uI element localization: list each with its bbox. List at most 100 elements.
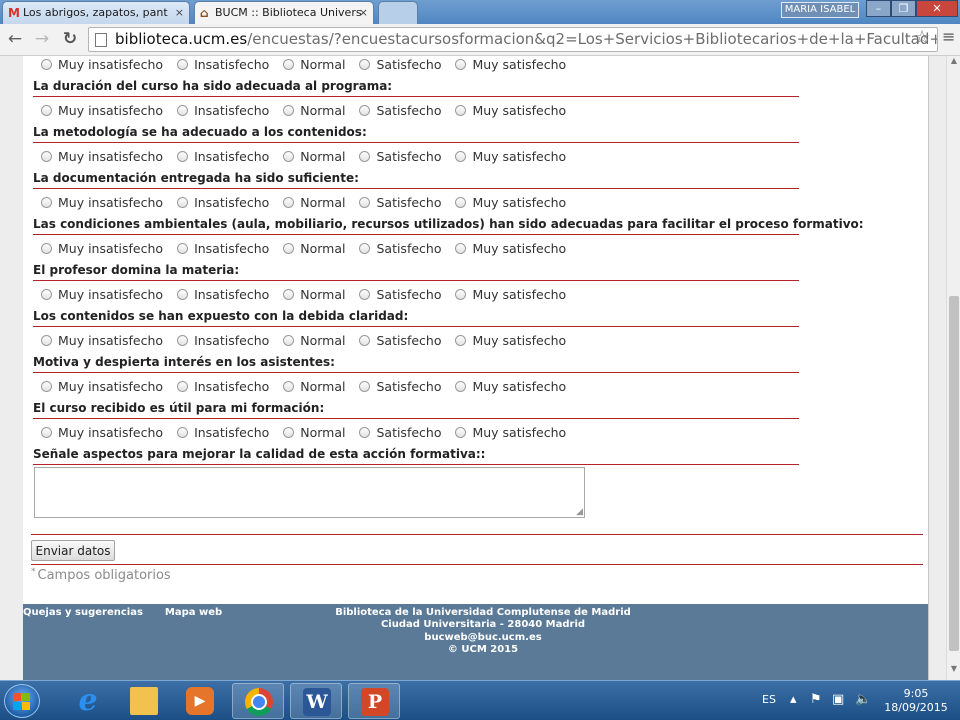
start-button[interactable] — [4, 684, 40, 718]
option-muy-satisfecho[interactable]: Muy satisfecho — [455, 102, 566, 120]
footer-email[interactable]: bucweb@buc.ucm.es — [283, 632, 683, 644]
radio-button[interactable] — [359, 335, 371, 346]
option-muy-satisfecho[interactable]: Muy satisfecho — [455, 194, 566, 212]
option-muy-insatisfecho[interactable]: Muy insatisfecho — [41, 378, 163, 396]
radio-button[interactable] — [283, 197, 295, 208]
option-satisfecho[interactable]: Satisfecho — [359, 286, 441, 304]
reload-icon[interactable]: ↻ — [59, 28, 81, 50]
comments-textarea[interactable]: ◢ — [34, 467, 585, 518]
radio-button[interactable] — [455, 151, 467, 162]
option-muy-insatisfecho[interactable]: Muy insatisfecho — [41, 56, 163, 74]
menu-icon[interactable]: ≡ — [942, 29, 956, 45]
radio-button[interactable] — [177, 151, 189, 162]
scroll-down-icon[interactable]: ▼ — [947, 664, 960, 678]
submit-button[interactable]: Enviar datos — [31, 540, 115, 561]
taskbar-internet-explorer[interactable]: e — [62, 683, 114, 719]
option-satisfecho[interactable]: Satisfecho — [359, 56, 441, 74]
footer-link-quejas[interactable]: Quejas y sugerencias — [23, 607, 143, 618]
radio-button[interactable] — [455, 105, 467, 116]
radio-button[interactable] — [359, 243, 371, 254]
taskbar-word[interactable]: W — [290, 683, 342, 719]
option-satisfecho[interactable]: Satisfecho — [359, 148, 441, 166]
radio-button[interactable] — [41, 197, 52, 208]
option-muy-insatisfecho[interactable]: Muy insatisfecho — [41, 332, 163, 350]
radio-button[interactable] — [283, 151, 295, 162]
radio-button[interactable] — [177, 105, 189, 116]
option-normal[interactable]: Normal — [283, 286, 345, 304]
option-muy-insatisfecho[interactable]: Muy insatisfecho — [41, 240, 163, 258]
option-satisfecho[interactable]: Satisfecho — [359, 378, 441, 396]
option-muy-satisfecho[interactable]: Muy satisfecho — [455, 378, 566, 396]
radio-button[interactable] — [455, 197, 467, 208]
radio-button[interactable] — [41, 427, 52, 438]
action-center-flag-icon[interactable]: ⚑ — [810, 692, 822, 707]
option-insatisfecho[interactable]: Insatisfecho — [177, 286, 269, 304]
radio-button[interactable] — [177, 381, 189, 392]
radio-button[interactable] — [455, 427, 467, 438]
radio-button[interactable] — [283, 105, 295, 116]
option-muy-satisfecho[interactable]: Muy satisfecho — [455, 240, 566, 258]
option-insatisfecho[interactable]: Insatisfecho — [177, 194, 269, 212]
network-icon[interactable]: ▣ — [832, 692, 844, 707]
radio-button[interactable] — [455, 243, 467, 254]
radio-button[interactable] — [41, 289, 52, 300]
profile-badge[interactable]: MARIA ISABEL — [781, 2, 859, 18]
radio-button[interactable] — [283, 427, 295, 438]
option-muy-satisfecho[interactable]: Muy satisfecho — [455, 56, 566, 74]
radio-button[interactable] — [177, 289, 189, 300]
close-window-icon[interactable]: ✕ — [916, 0, 958, 17]
footer-link-mapa-web[interactable]: Mapa web — [165, 607, 222, 618]
new-tab-button[interactable] — [378, 1, 418, 24]
option-muy-insatisfecho[interactable]: Muy insatisfecho — [41, 148, 163, 166]
radio-button[interactable] — [177, 197, 189, 208]
radio-button[interactable] — [359, 59, 371, 70]
radio-button[interactable] — [41, 335, 52, 346]
radio-button[interactable] — [359, 197, 371, 208]
option-satisfecho[interactable]: Satisfecho — [359, 102, 441, 120]
forward-arrow-icon[interactable]: → — [31, 28, 53, 50]
radio-button[interactable] — [41, 151, 52, 162]
system-clock[interactable]: 9:05 18/09/2015 — [876, 687, 956, 715]
scrollbar-thumb[interactable] — [949, 296, 959, 651]
radio-button[interactable] — [283, 59, 295, 70]
option-insatisfecho[interactable]: Insatisfecho — [177, 424, 269, 442]
radio-button[interactable] — [283, 335, 295, 346]
minimize-icon[interactable]: – — [866, 0, 891, 17]
option-normal[interactable]: Normal — [283, 424, 345, 442]
option-muy-satisfecho[interactable]: Muy satisfecho — [455, 424, 566, 442]
radio-button[interactable] — [177, 59, 189, 70]
option-insatisfecho[interactable]: Insatisfecho — [177, 56, 269, 74]
option-satisfecho[interactable]: Satisfecho — [359, 240, 441, 258]
radio-button[interactable] — [455, 335, 467, 346]
radio-button[interactable] — [455, 59, 467, 70]
option-insatisfecho[interactable]: Insatisfecho — [177, 378, 269, 396]
option-normal[interactable]: Normal — [283, 194, 345, 212]
radio-button[interactable] — [359, 151, 371, 162]
option-insatisfecho[interactable]: Insatisfecho — [177, 332, 269, 350]
radio-button[interactable] — [41, 381, 52, 392]
radio-button[interactable] — [359, 289, 371, 300]
option-normal[interactable]: Normal — [283, 102, 345, 120]
maximize-icon[interactable]: ❐ — [891, 0, 916, 17]
radio-button[interactable] — [455, 381, 467, 392]
option-muy-insatisfecho[interactable]: Muy insatisfecho — [41, 102, 163, 120]
radio-button[interactable] — [455, 289, 467, 300]
option-insatisfecho[interactable]: Insatisfecho — [177, 102, 269, 120]
back-arrow-icon[interactable]: ← — [4, 28, 26, 50]
bookmark-star-icon[interactable]: ☆ — [914, 27, 930, 48]
close-tab-icon[interactable]: × — [175, 2, 184, 24]
radio-button[interactable] — [177, 243, 189, 254]
vertical-scrollbar[interactable]: ▲ ▼ — [946, 56, 960, 680]
taskbar-chrome[interactable] — [232, 683, 284, 719]
close-tab-icon[interactable]: × — [359, 2, 368, 24]
option-muy-satisfecho[interactable]: Muy satisfecho — [455, 148, 566, 166]
radio-button[interactable] — [41, 59, 52, 70]
radio-button[interactable] — [283, 243, 295, 254]
radio-button[interactable] — [41, 105, 52, 116]
taskbar-file-explorer[interactable] — [118, 683, 170, 719]
volume-icon[interactable]: 🔈 — [855, 692, 871, 707]
radio-button[interactable] — [283, 289, 295, 300]
taskbar-powerpoint[interactable]: P — [348, 683, 400, 719]
option-satisfecho[interactable]: Satisfecho — [359, 424, 441, 442]
option-normal[interactable]: Normal — [283, 148, 345, 166]
